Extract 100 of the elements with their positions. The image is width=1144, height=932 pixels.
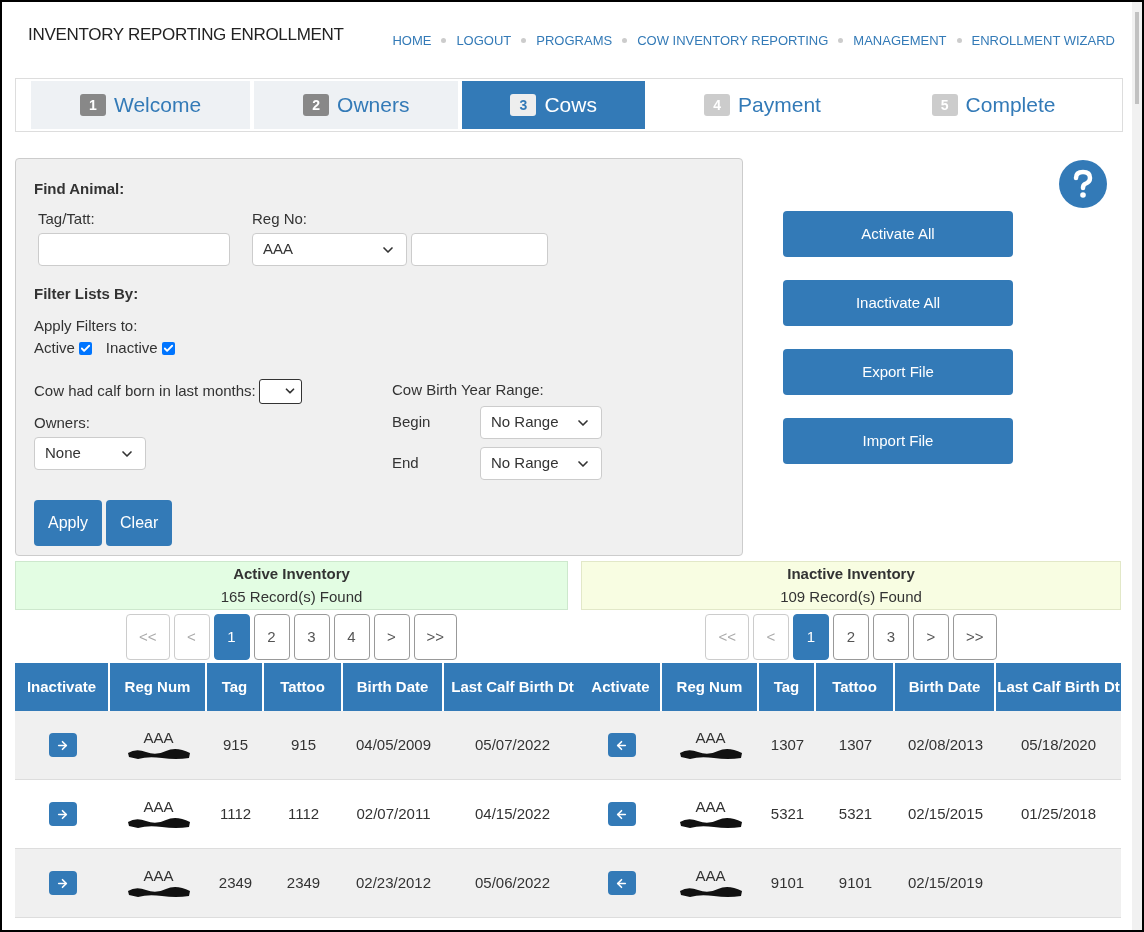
arrow-left-icon [615, 807, 628, 821]
arrow-right-icon [56, 876, 69, 890]
page-button[interactable]: > [913, 614, 949, 660]
table-cell-text: 915 [223, 734, 248, 755]
inventory-title: Inactive Inventory [787, 564, 915, 584]
check-icon [79, 342, 91, 354]
checkbox[interactable] [161, 341, 175, 355]
table-cell-text: 05/18/2020 [1020, 734, 1097, 755]
table-cell: AAA [143, 798, 174, 816]
checkbox-label: Inactive [105, 338, 158, 358]
reg-number-input-field[interactable] [411, 233, 548, 266]
table-cell-text: 5321 [838, 803, 873, 824]
column-header: Last Calf Birth Dt [450, 676, 575, 697]
nav-link[interactable]: MANAGEMENT [853, 31, 947, 51]
help-icon[interactable] [1059, 160, 1107, 208]
column-header: Last Calf Birth Dt [996, 676, 1121, 697]
end-year-dropdown[interactable]: No Range [480, 447, 602, 480]
section-heading: Filter Lists By: [34, 284, 140, 304]
table-cell-text: 1307 [838, 734, 873, 755]
arrow-right-icon [56, 807, 69, 821]
nav-link[interactable]: COW INVENTORY REPORTING [637, 31, 829, 51]
scrollbar[interactable] [1132, 2, 1142, 930]
page-title: INVENTORY REPORTING ENROLLMENT [28, 24, 344, 46]
field-label: Reg No: [252, 208, 309, 229]
arrow-right-icon [56, 738, 69, 752]
table-cell-text: 05/07/2022 [474, 734, 551, 755]
step-label: Cows [544, 92, 597, 119]
apply-button[interactable]: Apply [34, 500, 103, 546]
dot-separator [622, 38, 628, 44]
table-cell: AAA [695, 798, 726, 816]
begin-year-dropdown[interactable]: No Range [480, 406, 602, 439]
nav-link[interactable]: PROGRAMS [536, 31, 613, 51]
dot-separator [521, 38, 527, 44]
page-button[interactable]: 1 [213, 614, 250, 660]
owners-dropdown[interactable]: None [34, 437, 146, 470]
page-button[interactable]: 2 [253, 614, 290, 660]
page-button[interactable]: >> [953, 614, 997, 660]
step-label: Payment [738, 92, 821, 119]
inactivate-button[interactable] [48, 802, 77, 826]
page-button[interactable]: 4 [333, 614, 370, 660]
page-button[interactable]: >> [413, 614, 458, 660]
table-cell-text: 04/05/2009 [355, 734, 432, 755]
nav-link[interactable]: LOGOUT [456, 31, 512, 51]
table-cell-text: 9101 [770, 872, 805, 893]
page-button[interactable]: 1 [793, 614, 829, 660]
wizard-step-tab[interactable]: 3 Cows [462, 81, 645, 129]
action-button[interactable]: Export File [783, 349, 1013, 395]
inactivate-button[interactable] [48, 733, 77, 757]
activate-button[interactable] [607, 871, 636, 895]
checkbox[interactable] [78, 341, 92, 355]
action-button[interactable]: Activate All [783, 211, 1013, 257]
nav-link[interactable]: HOME [392, 31, 432, 51]
months-dropdown[interactable] [258, 378, 302, 404]
tag-input-field[interactable] [38, 233, 230, 266]
clear-button[interactable]: Clear [106, 500, 173, 546]
scrollbar-thumb[interactable] [1135, 12, 1139, 104]
field-label: Apply Filters to: [34, 315, 139, 336]
arrow-left-icon [615, 876, 628, 890]
table-cell-text: 05/06/2022 [474, 872, 551, 893]
table-cell-text: 915 [291, 734, 316, 755]
table-cell-text: 9101 [838, 872, 873, 893]
activate-button[interactable] [607, 802, 636, 826]
step-label: Complete [965, 92, 1056, 119]
table-cell-text: 02/23/2012 [355, 872, 432, 893]
table-cell-text: 1112 [287, 803, 320, 824]
inactivate-button[interactable] [48, 871, 77, 895]
table-cell-text: 1112 [219, 803, 252, 824]
field-label: Tag/Tatt: [38, 208, 96, 229]
table-cell: AAA [695, 729, 726, 747]
activate-button[interactable] [607, 733, 636, 757]
table-cell-text: 04/15/2022 [474, 803, 551, 824]
question-mark-icon [1072, 169, 1094, 199]
table-cell-text: 2349 [218, 872, 253, 893]
inventory-title: Active Inventory [233, 564, 350, 584]
field-label: Owners: [34, 412, 91, 433]
step-number: 2 [303, 94, 330, 116]
wizard-step-tab[interactable]: 2 Owners [254, 81, 459, 129]
table-cell-text: 5321 [770, 803, 805, 824]
record-count: 109 Record(s) Found [780, 586, 922, 607]
reg-prefix-dropdown[interactable]: AAA [252, 233, 407, 266]
checkbox-label: Active [34, 338, 75, 358]
wizard-step-tab[interactable]: 1 Welcome [31, 81, 251, 129]
action-button[interactable]: Import File [783, 418, 1013, 464]
table-cell-text: 02/15/2015 [907, 803, 984, 824]
table-cell-text: 01/25/2018 [1020, 803, 1097, 824]
table-cell: AAA [695, 867, 726, 885]
table-cell-text: 02/15/2019 [907, 872, 984, 893]
arrow-left-icon [615, 738, 628, 752]
table-cell-text: 1307 [770, 734, 805, 755]
table-cell-text: 2349 [286, 872, 321, 893]
page-button[interactable]: 3 [293, 614, 330, 660]
action-button[interactable]: Inactivate All [783, 280, 1013, 326]
field-label: End [392, 453, 420, 474]
page-button[interactable]: 2 [833, 614, 869, 660]
page-button[interactable]: 3 [873, 614, 909, 660]
nav-link[interactable]: ENROLLMENT WIZARD [971, 31, 1115, 51]
page-button[interactable]: > [373, 614, 410, 660]
table-cell: AAA [143, 729, 174, 747]
dot-separator [441, 38, 447, 44]
field-label: Cow Birth Year Range: [392, 379, 545, 400]
